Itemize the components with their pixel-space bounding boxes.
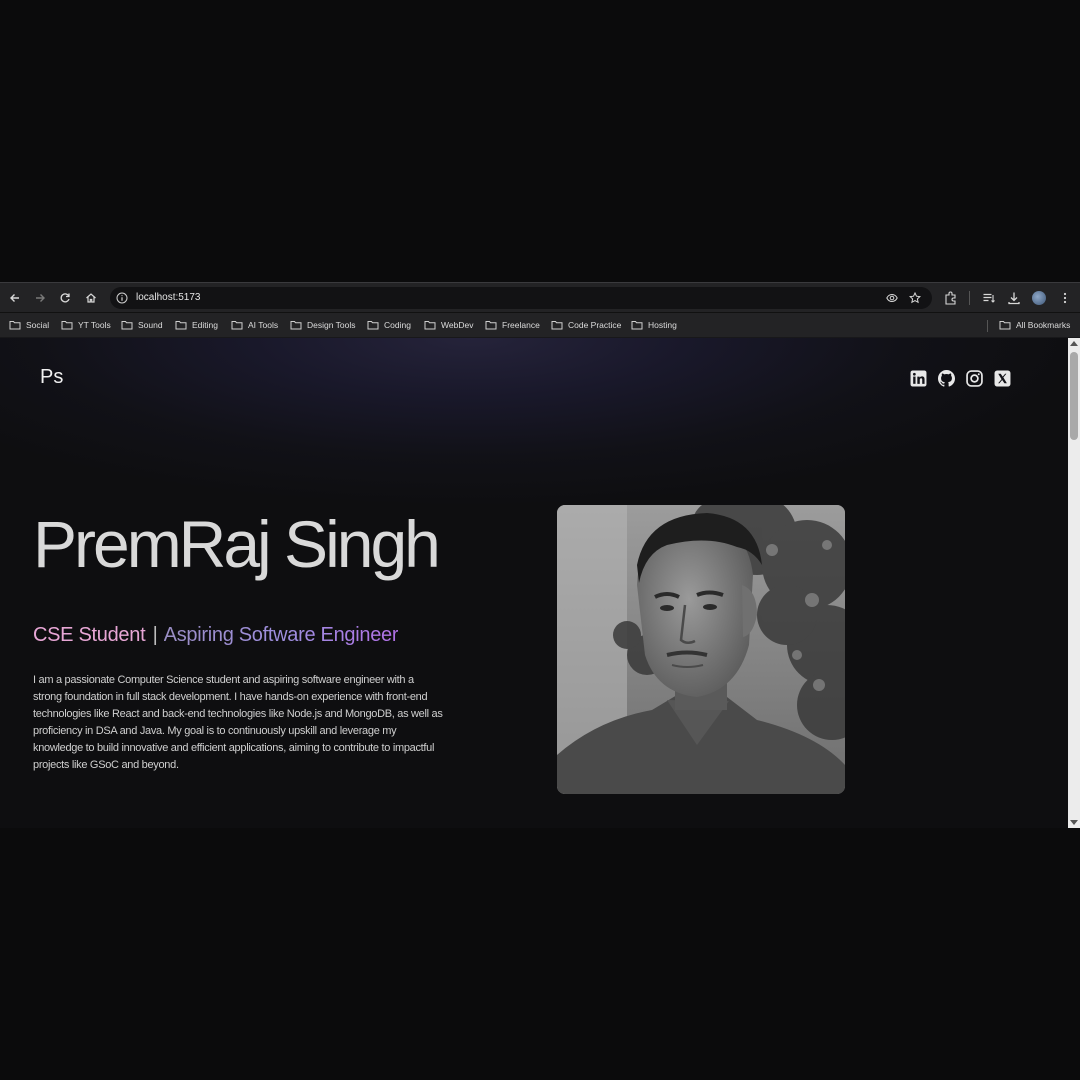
hero-name: PremRaj Singh	[33, 506, 441, 582]
all-bookmarks-button[interactable]: All Bookmarks	[999, 320, 1070, 330]
bookmark-folder[interactable]: Social	[9, 320, 49, 330]
bookmark-label: YT Tools	[78, 320, 111, 330]
bookmarks-bar: Social YT Tools Sound Editing AI Tools D…	[0, 313, 1080, 338]
site-logo[interactable]: Ps	[40, 366, 63, 389]
profile-avatar[interactable]	[1032, 291, 1046, 305]
folder-icon	[631, 321, 643, 330]
folder-icon	[999, 321, 1011, 330]
url-text: localhost:5173	[136, 292, 201, 303]
bookmark-folder[interactable]: YT Tools	[61, 320, 111, 330]
bookmark-folder[interactable]: Freelance	[485, 320, 540, 330]
bookmark-label: Hosting	[648, 320, 677, 330]
github-icon	[938, 370, 955, 387]
folder-icon	[121, 321, 133, 330]
profile-photo	[557, 505, 845, 794]
tagline-goal: Aspiring Software Engineer	[163, 624, 399, 646]
reload-button[interactable]	[56, 289, 74, 307]
bookmark-label: Code Practice	[568, 320, 622, 330]
download-icon[interactable]	[1007, 291, 1021, 305]
linkedin-link[interactable]	[910, 370, 927, 387]
home-button[interactable]	[82, 289, 100, 307]
folder-icon	[485, 321, 497, 330]
folder-icon	[61, 321, 73, 330]
folder-icon	[175, 321, 187, 330]
bookmark-label: Freelance	[502, 320, 540, 330]
bookmark-star-icon[interactable]	[909, 292, 921, 304]
address-bar[interactable]: localhost:5173	[110, 287, 932, 309]
toolbar-divider	[969, 291, 970, 305]
github-link[interactable]	[938, 370, 955, 387]
browser-window: localhost:5173 Social YT Tools Sound Edi…	[0, 282, 1080, 828]
screen-frame: localhost:5173 Social YT Tools Sound Edi…	[0, 0, 1080, 1080]
scroll-down-arrow-icon[interactable]	[1070, 820, 1078, 825]
bookmark-label: Design Tools	[307, 320, 356, 330]
hero-bio: I am a passionate Computer Science stude…	[33, 674, 443, 771]
forward-arrow-icon	[36, 294, 45, 302]
eye-icon[interactable]	[886, 292, 898, 304]
hero-tagline: CSE Student | Aspiring Software Engineer	[33, 624, 399, 647]
bookmark-label: WebDev	[441, 320, 474, 330]
page-scrollbar[interactable]	[1068, 338, 1080, 828]
extensions-icon[interactable]	[944, 291, 958, 305]
folder-icon	[9, 321, 21, 330]
site-info-icon[interactable]	[116, 292, 128, 304]
bookmark-label: Coding	[384, 320, 411, 330]
folder-icon	[367, 321, 379, 330]
scroll-up-arrow-icon[interactable]	[1070, 341, 1078, 346]
bookmarks-divider	[987, 320, 988, 332]
bookmark-label: Sound	[138, 320, 163, 330]
bookmark-folder[interactable]: Code Practice	[551, 320, 621, 330]
folder-icon	[231, 321, 243, 330]
linkedin-icon	[910, 370, 927, 387]
tagline-separator: |	[152, 624, 158, 646]
folder-icon	[551, 321, 563, 330]
bookmark-folder[interactable]: Design Tools	[290, 320, 356, 330]
instagram-link[interactable]	[966, 370, 983, 387]
bookmark-label: Social	[26, 320, 50, 330]
x-icon	[994, 370, 1011, 387]
bookmark-folder[interactable]: Coding	[367, 320, 411, 330]
browser-toolbar: localhost:5173	[0, 282, 1080, 312]
back-arrow-icon	[10, 294, 19, 302]
folder-icon	[424, 321, 436, 330]
folder-icon	[290, 321, 302, 330]
bookmark-folder[interactable]: WebDev	[424, 320, 473, 330]
page-viewport: Ps PremRaj Singh CSE Student | Aspiring …	[0, 338, 1068, 828]
social-links	[910, 370, 1011, 387]
bookmark-folder[interactable]: Hosting	[631, 320, 677, 330]
reload-icon	[60, 293, 70, 303]
bookmark-label: All Bookmarks	[1016, 320, 1071, 330]
menu-kebab-icon[interactable]	[1058, 291, 1072, 305]
bookmark-folder[interactable]: Editing	[175, 320, 218, 330]
x-twitter-link[interactable]	[994, 370, 1011, 387]
bookmark-label: AI Tools	[248, 320, 279, 330]
bookmark-folder[interactable]: AI Tools	[231, 320, 278, 330]
tagline-role: CSE Student	[33, 624, 146, 646]
reading-list-icon[interactable]	[982, 291, 996, 305]
hero-name-text: PremRaj Singh	[33, 507, 441, 581]
instagram-icon	[966, 370, 983, 387]
scrollbar-thumb[interactable]	[1070, 352, 1078, 440]
back-button[interactable]	[6, 289, 24, 307]
home-icon	[86, 293, 96, 303]
forward-button[interactable]	[31, 289, 49, 307]
portrait-illustration	[557, 505, 845, 794]
bookmark-folder[interactable]: Sound	[121, 320, 163, 330]
bookmark-label: Editing	[192, 320, 218, 330]
